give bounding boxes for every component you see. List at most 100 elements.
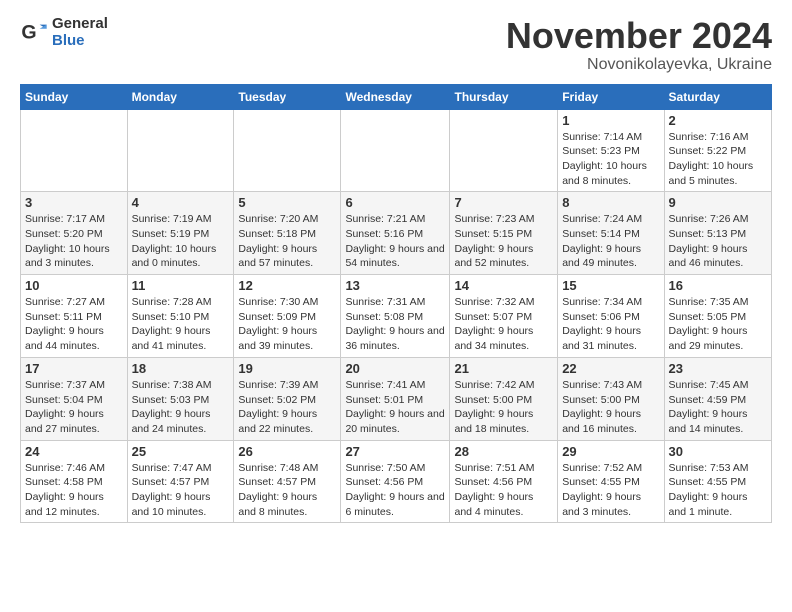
day-cell: 6 Sunrise: 7:21 AM Sunset: 5:16 PM Daylig…	[341, 192, 450, 275]
logo-general: General	[52, 16, 108, 33]
day-cell: 26Sunrise: 7:48 AM Sunset: 4:57 PM Dayli…	[234, 440, 341, 523]
calendar-table: SundayMondayTuesdayWednesdayThursdayFrid…	[20, 84, 772, 524]
day-number: 15	[562, 278, 659, 293]
day-cell: 27 Sunrise: 7:50 AM Sunset: 4:56 PM Dayli…	[341, 440, 450, 523]
header-cell-thursday: Thursday	[450, 84, 558, 109]
day-cell	[341, 109, 450, 192]
day-info: Sunrise: 7:50 AM Sunset: 4:56 PM Dayligh…	[345, 461, 445, 520]
week-row-2: 10 Sunrise: 7:27 AM Sunset: 5:11 PM Dayli…	[21, 275, 772, 358]
day-info: Sunrise: 7:26 AM Sunset: 5:13 PM Dayligh…	[669, 212, 767, 271]
header-cell-sunday: Sunday	[21, 84, 128, 109]
day-cell: 11 Sunrise: 7:28 AM Sunset: 5:10 PM Dayli…	[127, 275, 234, 358]
week-row-0: 1 Sunrise: 7:14 AM Sunset: 5:23 PM Daylig…	[21, 109, 772, 192]
day-info: Sunrise: 7:20 AM Sunset: 5:18 PM Dayligh…	[238, 212, 336, 271]
day-info: Sunrise: 7:38 AM Sunset: 5:03 PM Dayligh…	[132, 378, 230, 437]
day-number: 27	[345, 444, 445, 459]
day-cell: 10 Sunrise: 7:27 AM Sunset: 5:11 PM Dayli…	[21, 275, 128, 358]
header-cell-friday: Friday	[558, 84, 664, 109]
day-info: Sunrise: 7:52 AM Sunset: 4:55 PM Dayligh…	[562, 461, 659, 520]
page: G General Blue November 2024 Novonikolay…	[0, 0, 792, 533]
day-cell: 19 Sunrise: 7:39 AM Sunset: 5:02 PM Dayli…	[234, 357, 341, 440]
day-cell: 14Sunrise: 7:32 AM Sunset: 5:07 PM Dayli…	[450, 275, 558, 358]
month-title: November 2024	[506, 16, 772, 56]
day-cell	[127, 109, 234, 192]
day-number: 28	[454, 444, 553, 459]
day-info: Sunrise: 7:23 AM Sunset: 5:15 PM Dayligh…	[454, 212, 553, 271]
day-cell: 8 Sunrise: 7:24 AM Sunset: 5:14 PM Daylig…	[558, 192, 664, 275]
day-info: Sunrise: 7:47 AM Sunset: 4:57 PM Dayligh…	[132, 461, 230, 520]
day-info: Sunrise: 7:39 AM Sunset: 5:02 PM Dayligh…	[238, 378, 336, 437]
day-info: Sunrise: 7:48 AM Sunset: 4:57 PM Dayligh…	[238, 461, 336, 520]
day-number: 7	[454, 195, 553, 210]
day-cell: 29 Sunrise: 7:52 AM Sunset: 4:55 PM Dayli…	[558, 440, 664, 523]
day-number: 22	[562, 361, 659, 376]
header-cell-tuesday: Tuesday	[234, 84, 341, 109]
header-cell-saturday: Saturday	[664, 84, 771, 109]
day-number: 4	[132, 195, 230, 210]
day-number: 1	[562, 113, 659, 128]
day-info: Sunrise: 7:42 AM Sunset: 5:00 PM Dayligh…	[454, 378, 553, 437]
day-cell: 15 Sunrise: 7:34 AM Sunset: 5:06 PM Dayli…	[558, 275, 664, 358]
title-area: November 2024 Novonikolayevka, Ukraine	[506, 16, 772, 74]
day-number: 13	[345, 278, 445, 293]
day-cell	[450, 109, 558, 192]
day-number: 9	[669, 195, 767, 210]
day-cell: 24Sunrise: 7:46 AM Sunset: 4:58 PM Dayli…	[21, 440, 128, 523]
day-number: 2	[669, 113, 767, 128]
day-info: Sunrise: 7:41 AM Sunset: 5:01 PM Dayligh…	[345, 378, 445, 437]
day-number: 10	[25, 278, 123, 293]
day-cell: 23 Sunrise: 7:45 AM Sunset: 4:59 PM Dayli…	[664, 357, 771, 440]
header: G General Blue November 2024 Novonikolay…	[20, 16, 772, 74]
day-info: Sunrise: 7:27 AM Sunset: 5:11 PM Dayligh…	[25, 295, 123, 354]
day-info: Sunrise: 7:28 AM Sunset: 5:10 PM Dayligh…	[132, 295, 230, 354]
day-info: Sunrise: 7:34 AM Sunset: 5:06 PM Dayligh…	[562, 295, 659, 354]
day-info: Sunrise: 7:21 AM Sunset: 5:16 PM Dayligh…	[345, 212, 445, 271]
day-info: Sunrise: 7:31 AM Sunset: 5:08 PM Dayligh…	[345, 295, 445, 354]
day-number: 18	[132, 361, 230, 376]
day-number: 11	[132, 278, 230, 293]
day-cell: 2 Sunrise: 7:16 AM Sunset: 5:22 PM Daylig…	[664, 109, 771, 192]
day-cell: 5 Sunrise: 7:20 AM Sunset: 5:18 PM Daylig…	[234, 192, 341, 275]
day-info: Sunrise: 7:53 AM Sunset: 4:55 PM Dayligh…	[669, 461, 767, 520]
day-cell: 16Sunrise: 7:35 AM Sunset: 5:05 PM Dayli…	[664, 275, 771, 358]
day-number: 16	[669, 278, 767, 293]
day-cell: 17Sunrise: 7:37 AM Sunset: 5:04 PM Dayli…	[21, 357, 128, 440]
day-info: Sunrise: 7:46 AM Sunset: 4:58 PM Dayligh…	[25, 461, 123, 520]
location-title: Novonikolayevka, Ukraine	[506, 56, 772, 74]
day-info: Sunrise: 7:45 AM Sunset: 4:59 PM Dayligh…	[669, 378, 767, 437]
day-info: Sunrise: 7:24 AM Sunset: 5:14 PM Dayligh…	[562, 212, 659, 271]
logo-icon: G	[20, 19, 48, 47]
day-cell: 9 Sunrise: 7:26 AM Sunset: 5:13 PM Daylig…	[664, 192, 771, 275]
week-row-4: 24Sunrise: 7:46 AM Sunset: 4:58 PM Dayli…	[21, 440, 772, 523]
day-cell: 12 Sunrise: 7:30 AM Sunset: 5:09 PM Dayli…	[234, 275, 341, 358]
day-number: 19	[238, 361, 336, 376]
day-number: 6	[345, 195, 445, 210]
week-row-3: 17Sunrise: 7:37 AM Sunset: 5:04 PM Dayli…	[21, 357, 772, 440]
header-cell-wednesday: Wednesday	[341, 84, 450, 109]
day-number: 3	[25, 195, 123, 210]
day-cell: 1 Sunrise: 7:14 AM Sunset: 5:23 PM Daylig…	[558, 109, 664, 192]
day-number: 12	[238, 278, 336, 293]
day-info: Sunrise: 7:43 AM Sunset: 5:00 PM Dayligh…	[562, 378, 659, 437]
day-info: Sunrise: 7:19 AM Sunset: 5:19 PM Dayligh…	[132, 212, 230, 271]
week-row-1: 3 Sunrise: 7:17 AM Sunset: 5:20 PM Daylig…	[21, 192, 772, 275]
logo-text: General Blue	[52, 16, 108, 49]
day-info: Sunrise: 7:30 AM Sunset: 5:09 PM Dayligh…	[238, 295, 336, 354]
day-info: Sunrise: 7:14 AM Sunset: 5:23 PM Dayligh…	[562, 130, 659, 189]
day-cell: 20 Sunrise: 7:41 AM Sunset: 5:01 PM Dayli…	[341, 357, 450, 440]
day-number: 23	[669, 361, 767, 376]
day-cell: 28 Sunrise: 7:51 AM Sunset: 4:56 PM Dayli…	[450, 440, 558, 523]
header-cell-monday: Monday	[127, 84, 234, 109]
day-number: 29	[562, 444, 659, 459]
day-info: Sunrise: 7:17 AM Sunset: 5:20 PM Dayligh…	[25, 212, 123, 271]
day-info: Sunrise: 7:16 AM Sunset: 5:22 PM Dayligh…	[669, 130, 767, 189]
day-number: 21	[454, 361, 553, 376]
day-info: Sunrise: 7:51 AM Sunset: 4:56 PM Dayligh…	[454, 461, 553, 520]
day-cell: 25 Sunrise: 7:47 AM Sunset: 4:57 PM Dayli…	[127, 440, 234, 523]
day-cell: 7 Sunrise: 7:23 AM Sunset: 5:15 PM Daylig…	[450, 192, 558, 275]
day-number: 5	[238, 195, 336, 210]
day-info: Sunrise: 7:37 AM Sunset: 5:04 PM Dayligh…	[25, 378, 123, 437]
day-number: 20	[345, 361, 445, 376]
day-number: 25	[132, 444, 230, 459]
day-number: 8	[562, 195, 659, 210]
